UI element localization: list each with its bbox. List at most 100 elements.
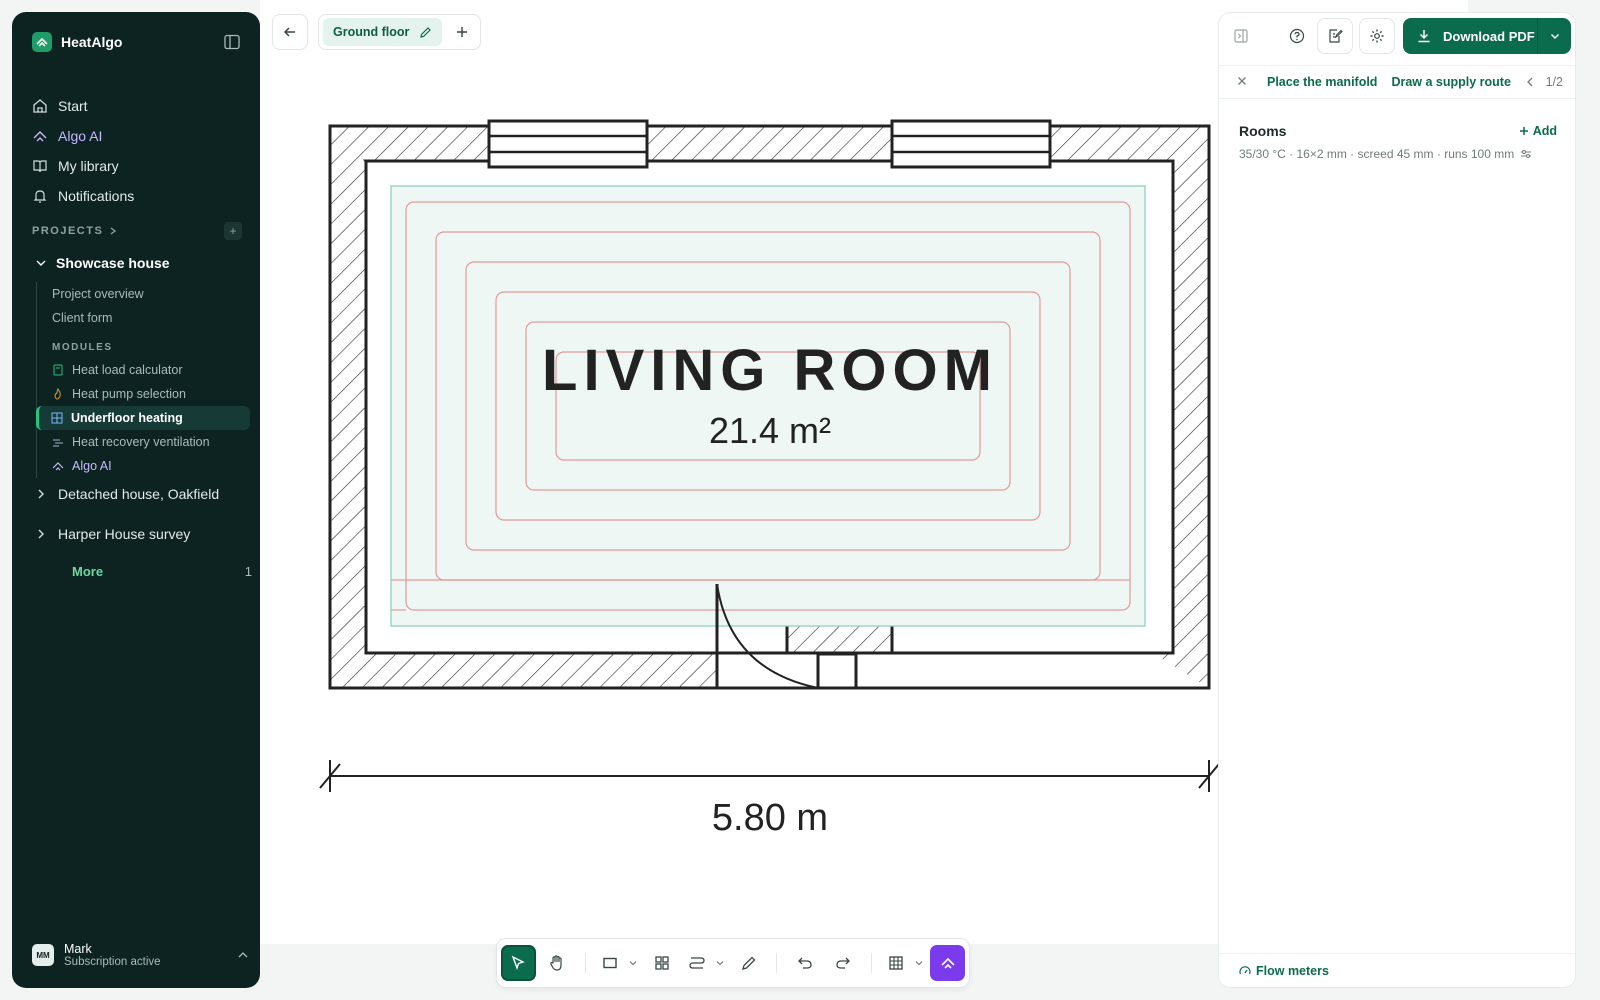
ai-icon — [33, 131, 47, 142]
route-tool[interactable] — [683, 945, 712, 981]
settings-button[interactable] — [1359, 18, 1395, 54]
rooms-title: Rooms — [1239, 123, 1287, 139]
undo-button[interactable] — [787, 945, 822, 981]
download-options[interactable] — [1537, 18, 1571, 54]
close-guide-button[interactable] — [1237, 75, 1253, 89]
window-right[interactable] — [890, 119, 1052, 169]
fan-icon — [53, 439, 63, 447]
user-menu[interactable]: MM Mark Subscription active — [32, 942, 252, 968]
nav-algo-ai-label: Algo AI — [58, 128, 103, 144]
room-tool[interactable] — [596, 945, 625, 981]
tab-ground-floor[interactable]: Ground floor — [323, 18, 443, 46]
nav-algo-ai[interactable]: Algo AI — [32, 121, 242, 151]
project-showcase-house[interactable]: Showcase house — [36, 255, 170, 271]
modules-label: MODULES — [52, 341, 113, 353]
route-tool-menu[interactable] — [716, 959, 728, 967]
project-harper-house[interactable]: Harper House survey — [36, 526, 190, 542]
dimension-label: 5.80 m — [712, 797, 828, 839]
flame-icon — [54, 388, 61, 400]
flow-meters-label: Flow meters — [1256, 963, 1329, 978]
brand[interactable]: HeatAlgo — [32, 32, 122, 52]
notes-button[interactable] — [1317, 18, 1353, 54]
gauge-icon — [1239, 965, 1251, 974]
project-overview-link[interactable]: Project overview — [37, 282, 250, 306]
collapse-panel-button[interactable] — [1223, 18, 1259, 54]
chevron-up-icon — [238, 952, 248, 958]
components-tool[interactable] — [644, 945, 679, 981]
download-pdf-button[interactable]: Download PDF — [1403, 18, 1571, 54]
nav-library-label: My library — [58, 158, 119, 174]
back-button[interactable] — [272, 14, 308, 50]
add-room-button[interactable]: Add — [1519, 124, 1557, 138]
select-tool[interactable] — [501, 945, 536, 981]
calculator-icon — [53, 364, 63, 376]
nav-start[interactable]: Start — [32, 91, 242, 121]
module-underfloor-heating[interactable]: Underfloor heating — [36, 406, 250, 430]
module-label: Underfloor heating — [71, 411, 183, 425]
grid-icon — [654, 956, 669, 970]
module-algo-ai[interactable]: Algo AI — [37, 454, 250, 478]
project-detached-house[interactable]: Detached house, Oakfield — [36, 486, 219, 502]
redo-icon — [836, 957, 851, 969]
more-count: 1 — [244, 564, 252, 579]
user-name: Mark — [64, 942, 92, 956]
drawing-toolbar — [496, 938, 970, 988]
floor-tabs: Ground floor — [318, 14, 482, 50]
floor-plan: LIVING ROOM 21.4 m² 5.80 m — [319, 119, 1220, 839]
rooms-settings[interactable]: 35/30 °C · 16×2 mm · screed 45 mm · runs… — [1239, 147, 1532, 161]
projects-toggle[interactable]: PROJECTS — [32, 225, 117, 237]
client-form-link[interactable]: Client form — [37, 306, 250, 330]
room-name[interactable]: LIVING ROOM — [542, 338, 998, 403]
close-icon — [1238, 77, 1246, 85]
module-ventilation[interactable]: Heat recovery ventilation — [37, 430, 250, 454]
module-heat-pump[interactable]: Heat pump selection — [37, 382, 250, 406]
module-label: Algo AI — [72, 459, 112, 473]
nav-notifications[interactable]: Notifications — [32, 181, 242, 211]
user-status: Subscription active — [64, 956, 161, 968]
table-tool-menu[interactable] — [915, 959, 927, 967]
heating-zone[interactable] — [390, 185, 1146, 627]
sidebar: HeatAlgo Start Algo AI My library Notifi… — [12, 12, 260, 988]
draw-tool[interactable] — [732, 945, 767, 981]
project-subnav: Project overview Client form MODULES Hea… — [36, 282, 250, 478]
rooms-meta-text: 35/30 °C · 16×2 mm · screed 45 mm · runs… — [1239, 147, 1515, 161]
chevron-down-icon — [716, 961, 724, 966]
undo-icon — [797, 957, 812, 969]
pan-tool[interactable] — [540, 945, 575, 981]
chevron-down-icon — [36, 260, 46, 266]
cursor-icon — [512, 955, 526, 971]
rectangle-icon — [603, 957, 617, 969]
more-label: More — [72, 564, 104, 579]
table-icon — [889, 956, 903, 970]
algo-ai-button[interactable] — [930, 945, 966, 981]
step-draw-route[interactable]: Draw a supply route — [1391, 75, 1510, 89]
projects-label: PROJECTS — [32, 225, 104, 237]
plus-icon — [457, 27, 468, 37]
room-area: 21.4 m² — [709, 410, 831, 451]
toolbar-divider — [776, 953, 778, 973]
table-tool[interactable] — [882, 945, 911, 981]
room-tool-menu[interactable] — [629, 959, 641, 967]
sidebar-toggle-icon[interactable] — [224, 34, 240, 50]
help-button[interactable] — [1279, 18, 1315, 54]
plus-icon — [1519, 127, 1528, 135]
chevron-right-icon — [38, 529, 44, 539]
pencil-icon — [741, 956, 756, 970]
chevron-down-icon — [915, 961, 923, 966]
pencil-icon[interactable] — [419, 26, 432, 39]
step-place-manifold[interactable]: Place the manifold — [1267, 75, 1377, 89]
nav-library[interactable]: My library — [32, 151, 242, 181]
window-left[interactable] — [487, 119, 649, 169]
download-pdf-label: Download PDF — [1443, 28, 1535, 44]
chevron-left-icon[interactable] — [1526, 77, 1534, 87]
flow-meters-link[interactable]: Flow meters — [1219, 953, 1575, 987]
dimension-line[interactable] — [319, 760, 1220, 792]
more-projects[interactable]: More 1 — [72, 564, 252, 579]
project-name: Detached house, Oakfield — [58, 486, 220, 502]
module-heat-load[interactable]: Heat load calculator — [37, 358, 250, 382]
add-project-button[interactable]: + — [224, 222, 242, 240]
ai-icon — [52, 462, 64, 471]
grid-icon — [51, 412, 63, 424]
redo-button[interactable] — [826, 945, 861, 981]
add-floor-button[interactable] — [448, 18, 476, 46]
